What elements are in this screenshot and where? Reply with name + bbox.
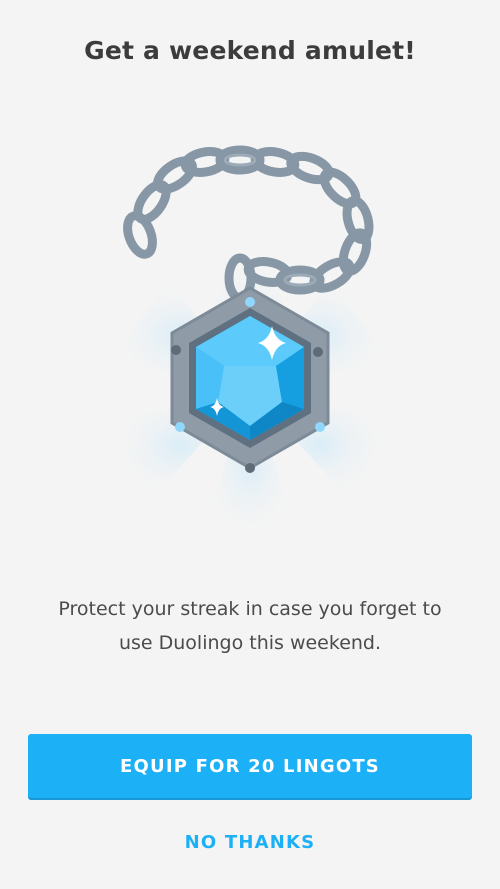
description-line-1: Protect your streak in case you forget t…	[58, 598, 442, 620]
amulet-offer-screen: Get a weekend amulet! Protect your strea…	[0, 0, 500, 889]
page-title: Get a weekend amulet!	[84, 36, 416, 65]
weekend-amulet-icon	[100, 140, 400, 540]
description-line-2: use Duolingo this weekend.	[118, 632, 382, 654]
description-text: Protect your streak in case you forget t…	[20, 592, 480, 660]
chain	[123, 145, 374, 303]
no-thanks-button[interactable]: NO THANKS	[150, 822, 350, 862]
equip-button[interactable]: EQUIP FOR 20 LINGOTS	[28, 734, 472, 798]
